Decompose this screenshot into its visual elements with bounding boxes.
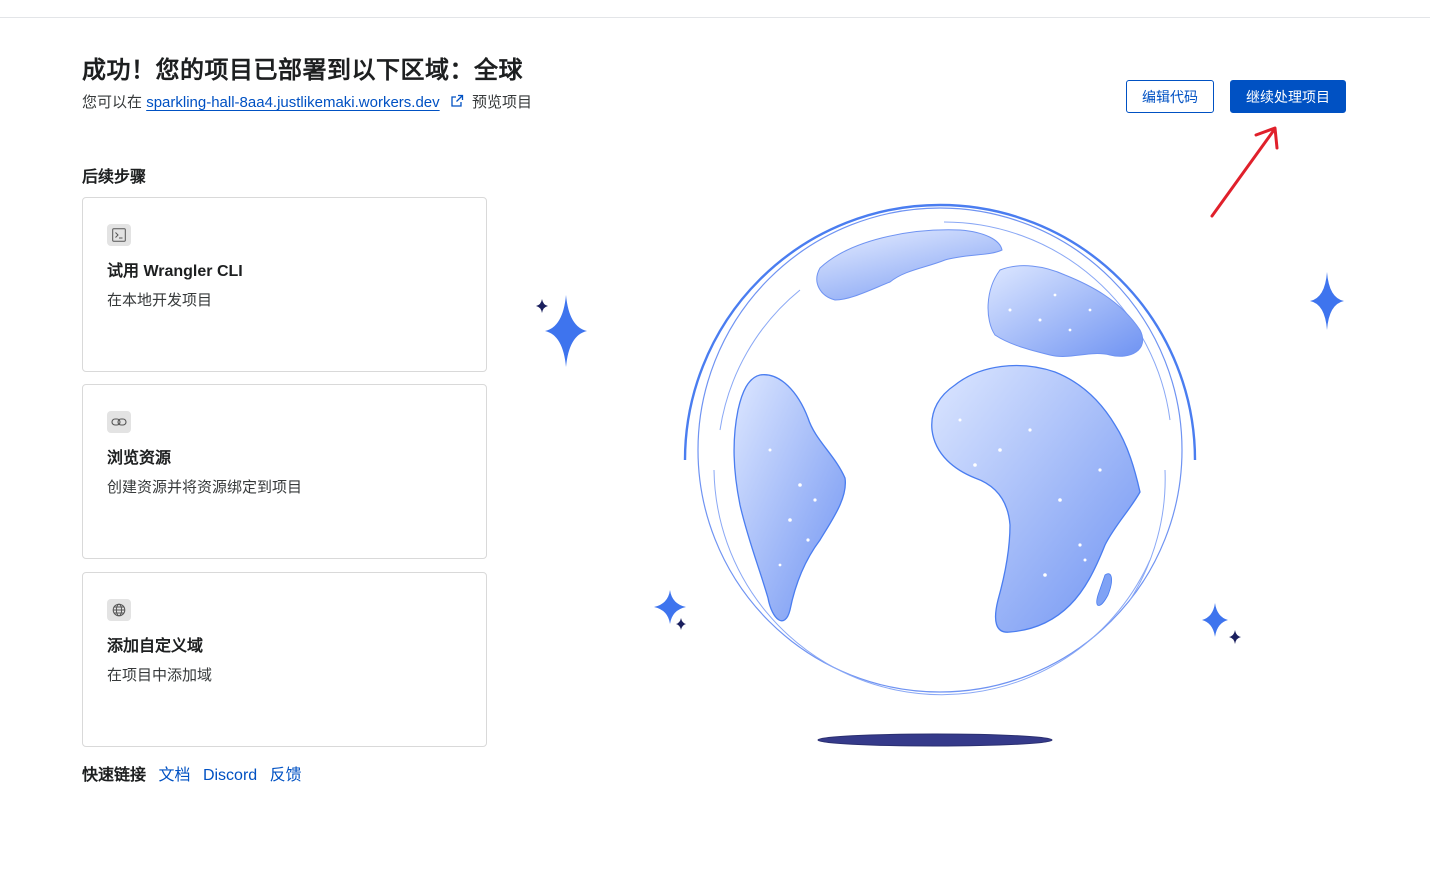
preview-url-link[interactable]: sparkling-hall-8aa4.justlikemaki.workers…: [146, 94, 439, 111]
preview-subtitle: 您可以在 sparkling-hall-8aa4.justlikemaki.wo…: [82, 91, 532, 112]
edit-code-button[interactable]: 编辑代码: [1126, 80, 1214, 113]
sparkle-icon: [545, 295, 587, 367]
subtitle-prefix: 您可以在: [82, 94, 143, 111]
card-title: 添加自定义域: [107, 638, 204, 655]
next-steps-title: 后续步骤: [82, 169, 147, 186]
docs-link[interactable]: 文档: [158, 767, 190, 784]
top-divider: [0, 17, 1430, 18]
sparkle-icon: [536, 299, 548, 313]
card-wrangler-cli[interactable]: 试用 Wrangler CLI 在本地开发项目: [82, 197, 487, 372]
sparkle-icon: [676, 618, 686, 630]
globe-shadow: [817, 733, 1053, 747]
card-description: 在本地开发项目: [107, 292, 213, 309]
feedback-link[interactable]: 反馈: [270, 767, 302, 784]
discord-link[interactable]: Discord: [203, 767, 257, 784]
globe-icon: [107, 599, 131, 621]
terminal-icon: [107, 224, 131, 246]
quick-links-label: 快速链接: [82, 767, 147, 784]
annotation-arrow: [1210, 126, 1279, 218]
quick-links: 快速链接 文档 Discord 反馈: [82, 761, 310, 785]
card-title: 浏览资源: [107, 450, 172, 467]
continue-project-button[interactable]: 继续处理项目: [1230, 80, 1346, 113]
globe-illustration: [536, 126, 1344, 747]
island-madagascar: [1096, 573, 1112, 606]
card-title: 试用 Wrangler CLI: [107, 263, 243, 280]
continent-south-america: [733, 374, 846, 622]
sparkle-icon: [1229, 630, 1241, 644]
page-title: 成功！您的项目已部署到以下区域：全球: [82, 57, 523, 84]
card-description: 创建资源并将资源绑定到项目: [107, 479, 303, 496]
subtitle-suffix: 预览项目: [471, 94, 532, 111]
link-icon: [107, 411, 131, 433]
continent-north: [816, 229, 1003, 301]
sparkle-icon: [1310, 272, 1344, 330]
external-link-icon[interactable]: [450, 94, 464, 108]
sparkle-icon: [1202, 603, 1228, 637]
card-description: 在项目中添加域: [107, 667, 213, 684]
card-browse-resources[interactable]: 浏览资源 创建资源并将资源绑定到项目: [82, 384, 487, 559]
card-add-custom-domain[interactable]: 添加自定义域 在项目中添加域: [82, 572, 487, 747]
